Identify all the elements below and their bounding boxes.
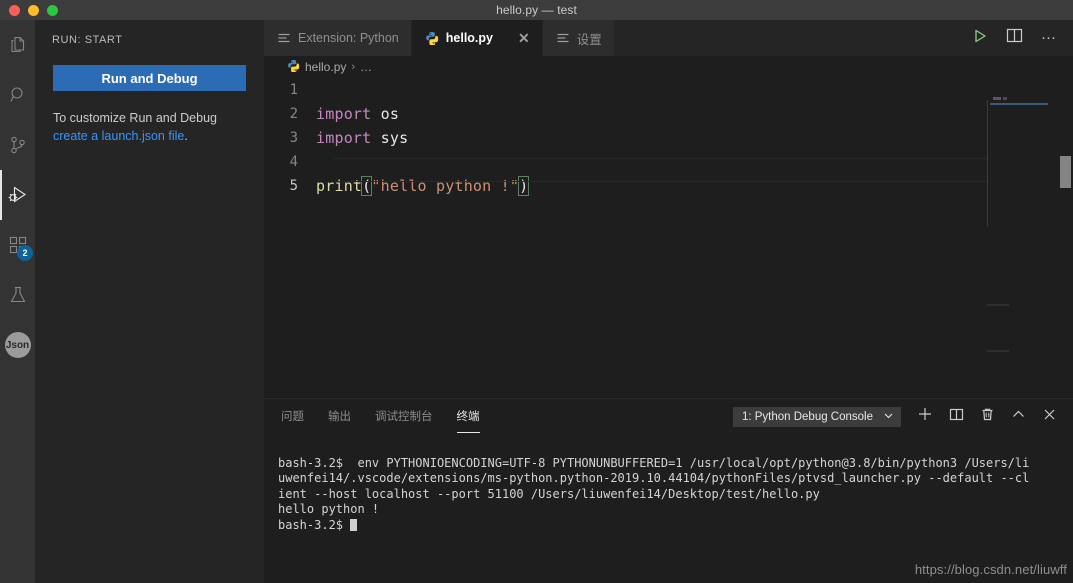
activity-item-search[interactable] xyxy=(0,70,35,120)
token-keyword: import xyxy=(316,105,372,123)
ellipsis-icon[interactable]: ··· xyxy=(1041,30,1056,45)
sidebar-help-text: To customize Run and Debug create a laun… xyxy=(53,109,246,145)
token-keyword: import xyxy=(316,129,372,147)
watermark-text: https://blog.csdn.net/liuwff xyxy=(914,562,1067,577)
extensions-badge: 2 xyxy=(17,245,33,261)
window-title: hello.py — test xyxy=(496,3,577,17)
token-identifier: os xyxy=(380,105,400,123)
activity-item-explorer[interactable] xyxy=(0,20,35,70)
terminal-cursor xyxy=(350,518,358,531)
code-line: 4 xyxy=(264,150,1073,174)
token-bracket-close: ) xyxy=(518,176,530,196)
search-icon xyxy=(8,85,28,105)
chevron-down-icon xyxy=(883,410,894,424)
vscode-window: hello.py — test 2 Json RUN: START Run an… xyxy=(0,0,1073,583)
tab-extension-python[interactable]: Extension: Python xyxy=(264,20,412,56)
tab-label: 设置 xyxy=(576,32,602,47)
terminal-output[interactable]: bash-3.2$ env PYTHONIOENCODING=UTF-8 PYT… xyxy=(264,434,1073,549)
line-content: print("hello python !") xyxy=(316,176,530,196)
close-icon[interactable]: ✕ xyxy=(518,31,530,45)
code-line: 2 import os xyxy=(264,102,1073,126)
code-line: 3 import sys xyxy=(264,126,1073,150)
python-icon xyxy=(287,59,300,75)
activity-item-testing[interactable] xyxy=(0,270,35,320)
terminal-line: ient --host localhost --port 51100 /User… xyxy=(278,486,820,501)
panel-tab-debug-console[interactable]: 调试控制台 xyxy=(375,408,433,426)
terminal-line: uwenfei14/.vscode/extensions/ms-python.p… xyxy=(278,471,1030,485)
close-icon[interactable] xyxy=(1042,407,1057,427)
chevron-right-icon: › xyxy=(351,61,356,73)
split-icon[interactable] xyxy=(949,407,964,427)
trash-icon[interactable] xyxy=(980,407,995,427)
text-cursor xyxy=(528,177,530,194)
panel-actions: 1: Python Debug Console xyxy=(732,406,1073,427)
terminal-selector-value: 1: Python Debug Console xyxy=(741,410,873,423)
json-circle-icon: Json xyxy=(4,332,31,358)
lines-icon xyxy=(277,31,291,45)
tab-hello-py[interactable]: hello.py ✕ xyxy=(411,20,543,56)
line-number: 3 xyxy=(289,130,298,146)
code-line: 1 xyxy=(264,78,1073,102)
line-number: 2 xyxy=(289,106,298,122)
create-launch-json-link[interactable]: create a launch.json file xyxy=(53,129,184,143)
code-editor[interactable]: 1 2 import os 3 import sys 4 5 print("he… xyxy=(264,78,1073,398)
line-number: 4 xyxy=(289,154,298,170)
sidebar-help-line1: To customize Run and Debug xyxy=(53,111,217,125)
terminal-prompt: bash-3.2$ xyxy=(278,517,351,532)
files-icon xyxy=(8,35,28,55)
token-bracket-open: ( xyxy=(361,176,373,196)
panel-tab-problems[interactable]: 问题 xyxy=(281,408,304,426)
code-line: 5 print("hello python !") xyxy=(264,174,1073,198)
activity-bar: 2 Json xyxy=(0,20,35,583)
bottom-panel: 问题 输出 调试控制台 终端 1: Python Debug Console b… xyxy=(264,398,1073,583)
activity-item-extensions[interactable]: 2 xyxy=(0,220,35,270)
token-string: "hello python !" xyxy=(371,177,520,195)
token-function: print xyxy=(316,177,363,195)
tab-label: hello.py xyxy=(445,31,493,45)
tab-bar-spacer xyxy=(614,20,966,56)
run-and-debug-button[interactable]: Run and Debug xyxy=(53,65,246,91)
tab-label: Extension: Python xyxy=(298,31,399,45)
beaker-icon xyxy=(8,285,28,305)
title-bar: hello.py — test xyxy=(0,0,1073,20)
breadcrumb[interactable]: hello.py › … xyxy=(264,56,1073,78)
line-content: import sys xyxy=(316,129,408,147)
breadcrumb-file[interactable]: hello.py xyxy=(305,60,346,74)
sidebar-help-period: . xyxy=(184,129,188,143)
panel-tab-terminal[interactable]: 终端 xyxy=(456,408,480,433)
sidebar-run-and-debug: RUN: START Run and Debug To customize Ru… xyxy=(35,20,264,583)
tab-settings[interactable]: 设置 xyxy=(542,20,615,56)
minimap-slider[interactable] xyxy=(987,100,1057,226)
activity-item-source-control[interactable] xyxy=(0,120,35,170)
activity-item-run-and-debug[interactable] xyxy=(0,170,35,220)
terminal-line: bash-3.2$ env PYTHONIOENCODING=UTF-8 PYT… xyxy=(278,455,1030,470)
editor-actions: ··· xyxy=(966,20,1073,56)
activity-item-json-status[interactable]: Json xyxy=(0,320,35,370)
editor-tab-bar: Extension: Python hello.py ✕ 设置 ··· xyxy=(264,20,1073,56)
plus-icon[interactable] xyxy=(917,406,933,427)
lines-icon xyxy=(556,31,570,45)
sidebar-title: RUN: START xyxy=(52,34,123,46)
editor-group: Extension: Python hello.py ✕ 设置 ··· hell… xyxy=(264,20,1073,583)
terminal-selector-dropdown[interactable]: 1: Python Debug Console xyxy=(732,406,901,427)
breadcrumb-trail[interactable]: … xyxy=(360,60,372,74)
play-triangle-icon[interactable] xyxy=(972,28,988,49)
source-control-icon xyxy=(8,135,28,155)
panel-tab-output[interactable]: 输出 xyxy=(328,408,351,426)
line-number: 1 xyxy=(289,82,298,98)
line-number: 5 xyxy=(289,178,298,194)
chevron-up-icon[interactable] xyxy=(1011,407,1026,427)
editor-scrollbar[interactable] xyxy=(1057,78,1073,398)
minimap[interactable] xyxy=(987,78,1057,398)
token-identifier: sys xyxy=(380,129,409,147)
python-icon xyxy=(425,31,439,45)
split-editor-icon[interactable] xyxy=(1006,27,1023,49)
run-debug-icon xyxy=(7,184,29,206)
line-content: import os xyxy=(316,105,399,123)
terminal-line: hello python ! xyxy=(278,502,380,516)
panel-header: 问题 输出 调试控制台 终端 1: Python Debug Console xyxy=(264,399,1073,434)
scrollbar-thumb[interactable] xyxy=(1060,156,1071,188)
